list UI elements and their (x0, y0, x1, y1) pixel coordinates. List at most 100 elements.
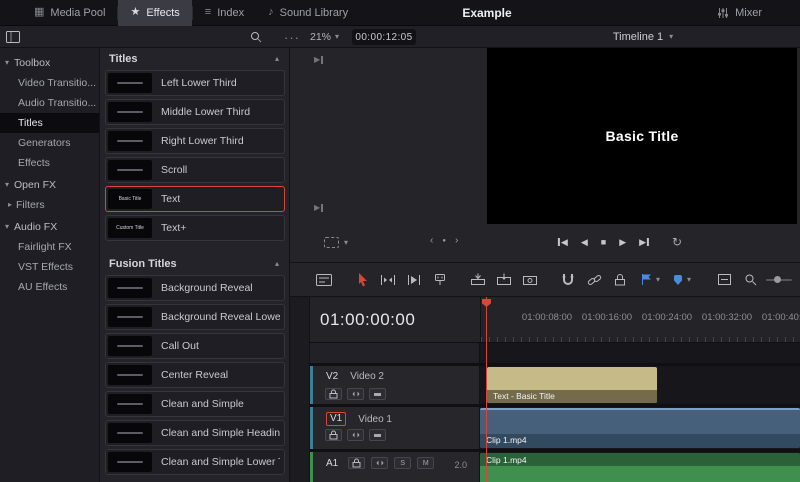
step-back-button[interactable]: ◀ (581, 237, 588, 248)
selection-mode-button[interactable] (352, 270, 372, 290)
sidebar-item-effects[interactable]: Effects (0, 153, 99, 173)
timeline-tracks: V2 Video 2 (310, 343, 800, 482)
track-mute-button[interactable]: M (417, 457, 434, 469)
sidebar-item-filters[interactable]: ▸ Filters (0, 195, 99, 215)
timeline-panel: 01:00:00:00 01:00:08:00 01:00:16:00 01:0… (290, 297, 800, 482)
trim-edit-mode-button[interactable] (378, 270, 398, 290)
skip-end-icon: ▶ (639, 237, 646, 248)
track-header-v1[interactable]: V1 Video 1 (310, 407, 480, 449)
add-marker-button[interactable]: ▾ (672, 274, 691, 286)
stop-button[interactable]: ■ (601, 237, 606, 247)
fusion-title-item-clean-and-simple-heading[interactable]: Clean and Simple Heading... (105, 420, 285, 446)
ruler-label: 01:00:08:00 (522, 312, 572, 323)
sidebar-item-titles[interactable]: Titles (0, 113, 99, 133)
fusion-title-item-clean-and-simple-lower[interactable]: Clean and Simple Lower T... (105, 449, 285, 475)
timeline-selector[interactable]: Timeline 1 ▾ (613, 26, 673, 48)
position-lock-button[interactable] (610, 270, 630, 290)
linked-selection-button[interactable] (584, 270, 604, 290)
track-auto-select-button[interactable] (347, 388, 364, 400)
loop-button[interactable]: ↻ (672, 235, 682, 249)
overwrite-clip-button[interactable] (494, 270, 514, 290)
fusion-title-item-background-reveal-lower[interactable]: Background Reveal Lower... (105, 304, 285, 330)
zoom-detail-button[interactable] (740, 270, 760, 290)
search-button[interactable] (250, 26, 262, 48)
sidebar-item-label: Effects (18, 157, 50, 169)
track-solo-button[interactable]: S (394, 457, 411, 469)
play-glyph: ▶ (314, 55, 320, 64)
flag-clip-button[interactable]: ▾ (640, 273, 660, 286)
track-header-a1[interactable]: A1 S M (310, 452, 480, 482)
track-enable-button[interactable] (369, 429, 386, 441)
insert-clip-button[interactable] (468, 270, 488, 290)
go-to-end-button[interactable]: ▶ (639, 237, 649, 248)
fusion-title-item-background-reveal[interactable]: Background Reveal (105, 275, 285, 301)
options-menu-button[interactable]: ··· (284, 26, 300, 48)
track-lane-v1[interactable]: Clip 1.mp4 (480, 407, 800, 449)
viewer-jump-marker-icon[interactable]: ▶ (314, 203, 323, 212)
title-item-scroll[interactable]: Scroll (105, 157, 285, 183)
trim-edit-icon (380, 274, 396, 286)
fusion-title-item-clean-and-simple[interactable]: Clean and Simple (105, 391, 285, 417)
panel-toggle-group: ▦ Media Pool ★ Effects ≡ Index ♪ Sound L… (0, 0, 360, 26)
timeline-ruler[interactable]: 01:00:08:00 01:00:16:00 01:00:24:00 01:0… (480, 297, 800, 342)
track-lock-button[interactable] (325, 388, 342, 400)
media-pool-button[interactable]: ▦ Media Pool (22, 0, 117, 26)
zoom-slider-knob[interactable] (774, 276, 781, 283)
track-id-label-destination[interactable]: V1 (326, 412, 346, 426)
search-icon (250, 31, 262, 43)
title-item-left-lower-third[interactable]: Left Lower Third (105, 70, 285, 96)
clip-1-video[interactable]: Clip 1.mp4 (480, 408, 800, 448)
razor-edit-mode-button[interactable] (430, 270, 450, 290)
sidebar-section-toolbox[interactable]: ▾ Toolbox (0, 53, 99, 73)
dynamic-trim-mode-button[interactable] (404, 270, 424, 290)
title-item-right-lower-third[interactable]: Right Lower Third (105, 128, 285, 154)
track-auto-select-button[interactable] (371, 457, 388, 469)
track-lane-a1[interactable]: Clip 1.mp4 (480, 452, 800, 482)
fusion-titles-section-header[interactable]: Fusion Titles ▴ (100, 253, 289, 275)
titles-section-header[interactable]: Titles ▴ (100, 48, 289, 70)
clip-text-basic-title[interactable]: Text - Basic Title (487, 367, 657, 403)
fusion-title-item-call-out[interactable]: Call Out (105, 333, 285, 359)
sound-library-button[interactable]: ♪ Sound Library (256, 0, 360, 26)
clip-1-audio[interactable]: Clip 1.mp4 (480, 453, 800, 482)
snapping-button[interactable] (558, 270, 578, 290)
index-button[interactable]: ≡ Index (193, 0, 256, 26)
track-lock-button[interactable] (348, 457, 365, 469)
track-color-bar (310, 452, 313, 482)
sidebar-item-label: VST Effects (18, 261, 73, 273)
jog-control[interactable]: ‹ ● › (430, 235, 458, 246)
clip-label-strip: Clip 1.mp4 (480, 434, 800, 448)
go-to-start-button[interactable]: ◀ (558, 237, 568, 248)
zoom-slider[interactable] (766, 279, 792, 281)
replace-clip-button[interactable] (520, 270, 540, 290)
ruler-label: 01:00:32:00 (702, 312, 752, 323)
timeline-view-options-button[interactable] (314, 270, 334, 290)
sidebar-section-open-fx[interactable]: ▾ Open FX (0, 175, 99, 195)
flag-icon (640, 273, 653, 286)
track-enable-button[interactable] (369, 388, 386, 400)
play-button[interactable]: ▶ (619, 237, 626, 248)
viewer-overlay-mode-button[interactable]: ▾ (324, 237, 348, 248)
zoom-full-extent-button[interactable] (714, 270, 734, 290)
sidebar-item-video-transitions[interactable]: Video Transitio... (0, 73, 99, 93)
sidebar-section-audio-fx[interactable]: ▾ Audio FX (0, 217, 99, 237)
viewer-jump-marker-icon[interactable]: ▶ (314, 55, 323, 64)
track-auto-select-button[interactable] (347, 429, 364, 441)
sidebar-item-generators[interactable]: Generators (0, 133, 99, 153)
track-lane-v2[interactable]: Text - Basic Title (480, 366, 800, 404)
panel-layout-button[interactable] (6, 26, 20, 48)
sidebar-item-fairlight-fx[interactable]: Fairlight FX (0, 237, 99, 257)
track-header-v2[interactable]: V2 Video 2 (310, 366, 480, 404)
viewer-zoom-select[interactable]: 21% ▾ (310, 26, 339, 48)
track-lock-button[interactable] (325, 429, 342, 441)
effects-button[interactable]: ★ Effects (118, 0, 191, 26)
title-item-text[interactable]: Basic Title Text (105, 186, 285, 212)
sidebar-item-vst-effects[interactable]: VST Effects (0, 257, 99, 277)
title-item-text-plus[interactable]: Custom Title Text+ (105, 215, 285, 241)
sidebar-item-au-effects[interactable]: AU Effects (0, 277, 99, 297)
title-item-middle-lower-third[interactable]: Middle Lower Third (105, 99, 285, 125)
fusion-title-item-center-reveal[interactable]: Center Reveal (105, 362, 285, 388)
mixer-button[interactable]: Mixer (705, 0, 774, 26)
playhead[interactable] (486, 297, 487, 482)
sidebar-item-audio-transitions[interactable]: Audio Transitio... (0, 93, 99, 113)
